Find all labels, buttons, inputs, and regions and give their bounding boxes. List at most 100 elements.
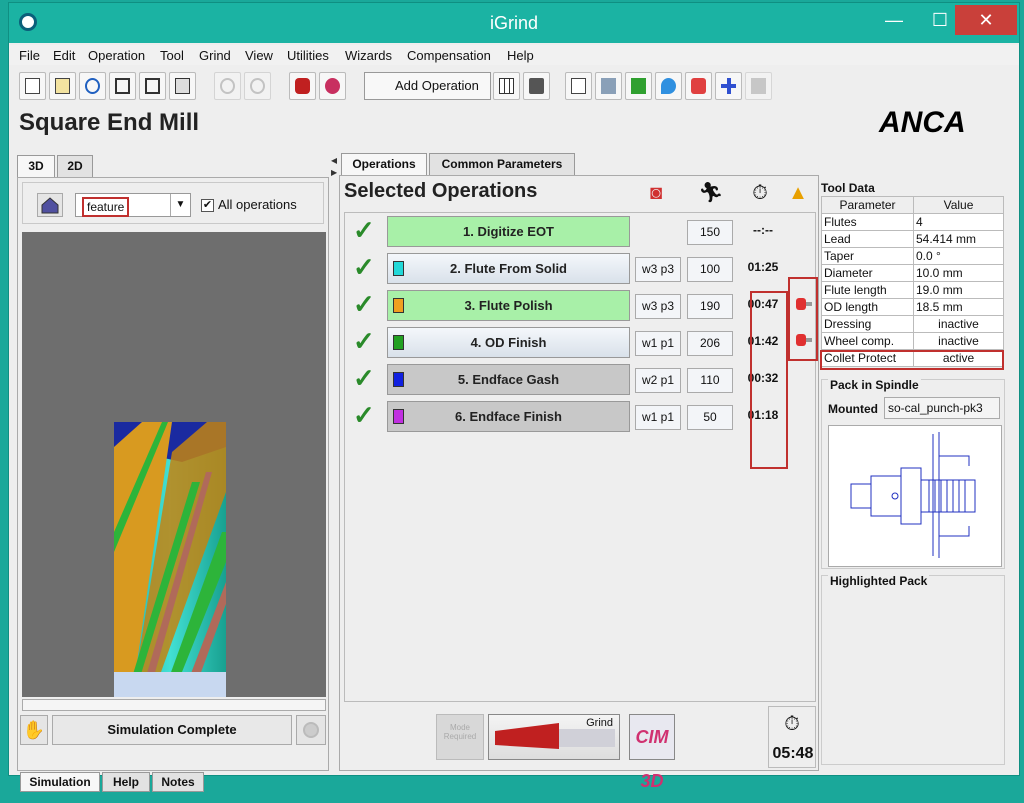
checkbox-icon: ✔ bbox=[201, 199, 214, 213]
grid-button[interactable] bbox=[493, 72, 520, 100]
feature-select[interactable]: feature ▼ bbox=[75, 193, 191, 217]
minimize-button[interactable]: — bbox=[871, 5, 917, 35]
new-file-icon bbox=[25, 78, 40, 94]
save-as-icon bbox=[145, 78, 160, 94]
wheel-pack-value[interactable]: w1 p1 bbox=[635, 331, 681, 356]
simulation-status-button[interactable]: Simulation Complete bbox=[52, 715, 292, 745]
rpm-value[interactable]: 50 bbox=[687, 405, 733, 430]
operation-button[interactable]: 2. Flute From Solid bbox=[387, 253, 630, 284]
add-operation-button[interactable]: Add Operation bbox=[364, 72, 491, 100]
panel-splitter[interactable]: ◀ ▶ bbox=[331, 153, 338, 771]
param-value: inactive bbox=[913, 315, 1004, 333]
table-icon bbox=[631, 78, 646, 94]
menu-view[interactable]: View bbox=[245, 48, 273, 63]
rpm-value[interactable]: 150 bbox=[687, 220, 733, 245]
table-row[interactable]: Dressing inactive bbox=[821, 315, 1004, 333]
time-highlight bbox=[750, 291, 788, 469]
param-name: Wheel comp. bbox=[821, 332, 914, 350]
stop-simulation-button[interactable] bbox=[296, 715, 326, 745]
menu-utilities[interactable]: Utilities bbox=[287, 48, 329, 63]
menu-tool[interactable]: Tool bbox=[160, 48, 184, 63]
mode-button[interactable]: Mode Required bbox=[436, 714, 484, 760]
table-row[interactable]: OD length 18.5 mm bbox=[821, 298, 1004, 316]
menu-operation[interactable]: Operation bbox=[88, 48, 145, 63]
search-button[interactable] bbox=[79, 72, 106, 100]
redo-button[interactable] bbox=[244, 72, 271, 100]
tab-3d[interactable]: 3D bbox=[17, 155, 55, 177]
operation-button[interactable]: 5. Endface Gash bbox=[387, 364, 630, 395]
tab-operations[interactable]: Operations bbox=[341, 153, 427, 175]
rpm-value[interactable]: 206 bbox=[687, 331, 733, 356]
menu-file[interactable]: File bbox=[19, 48, 40, 63]
tool-data-panel: Tool Data Parameter Value Flutes 4 Lead 54… bbox=[819, 179, 1009, 771]
tool-button[interactable] bbox=[595, 72, 622, 100]
document-button[interactable] bbox=[565, 72, 592, 100]
horizontal-scrollbar[interactable] bbox=[22, 699, 326, 711]
all-operations-checkbox[interactable]: ✔ All operations bbox=[201, 197, 321, 213]
hand-icon[interactable]: ✋ bbox=[20, 715, 48, 745]
param-name: Diameter bbox=[821, 264, 914, 282]
tab-2d[interactable]: 2D bbox=[57, 155, 93, 177]
toolbar: Add Operation bbox=[9, 67, 1019, 107]
cim3d-button[interactable]: CIM 3D bbox=[629, 714, 675, 791]
open-button[interactable] bbox=[49, 72, 76, 100]
page-title: Square End Mill bbox=[19, 109, 200, 136]
param-value: 19.0 mm bbox=[913, 281, 1004, 299]
menu-compensation[interactable]: Compensation bbox=[407, 48, 491, 63]
table-row[interactable]: Lead 54.414 mm bbox=[821, 230, 1004, 248]
add-button[interactable] bbox=[715, 72, 742, 100]
tab-help[interactable]: Help bbox=[102, 772, 150, 792]
operation-button[interactable]: 6. Endface Finish bbox=[387, 401, 630, 432]
check-icon: ✓ bbox=[353, 289, 375, 319]
wheel-pack-value[interactable]: w3 p3 bbox=[635, 294, 681, 319]
shirt-button[interactable] bbox=[745, 72, 772, 100]
table-row[interactable]: Wheel comp. inactive bbox=[821, 332, 1004, 350]
undo-button[interactable] bbox=[214, 72, 241, 100]
3d-viewport[interactable] bbox=[22, 232, 326, 697]
table-row[interactable]: Flutes 4 bbox=[821, 213, 1004, 231]
coolant-button[interactable] bbox=[655, 72, 682, 100]
new-file-button[interactable] bbox=[19, 72, 46, 100]
menu-wizards[interactable]: Wizards bbox=[345, 48, 392, 63]
wheel-pack-value[interactable]: w2 p1 bbox=[635, 368, 681, 393]
rpm-value[interactable]: 100 bbox=[687, 257, 733, 282]
chevron-down-icon[interactable]: ▼ bbox=[170, 194, 190, 216]
rpm-value[interactable]: 190 bbox=[687, 294, 733, 319]
save-button[interactable] bbox=[109, 72, 136, 100]
menu-edit[interactable]: Edit bbox=[53, 48, 75, 63]
table-button[interactable] bbox=[625, 72, 652, 100]
save-as-button[interactable] bbox=[139, 72, 166, 100]
wheel-button[interactable] bbox=[319, 72, 346, 100]
collet-button[interactable] bbox=[685, 72, 712, 100]
menu-help[interactable]: Help bbox=[507, 48, 534, 63]
param-value: 10.0 mm bbox=[913, 264, 1004, 282]
operation-name: 4. OD Finish bbox=[470, 335, 547, 350]
operation-button[interactable]: 1. Digitize EOT bbox=[387, 216, 630, 247]
table-row[interactable]: Diameter 10.0 mm bbox=[821, 264, 1004, 282]
tab-simulation[interactable]: Simulation bbox=[20, 772, 100, 792]
delete-button[interactable] bbox=[523, 72, 550, 100]
tab-notes[interactable]: Notes bbox=[152, 772, 204, 792]
rpm-value[interactable]: 110 bbox=[687, 368, 733, 393]
menu-grind[interactable]: Grind bbox=[199, 48, 231, 63]
operation-row: ✓ 1. Digitize EOT 150 --:-- bbox=[345, 213, 815, 250]
mounted-pack-field[interactable]: so-cal_punch-pk3 bbox=[884, 397, 1000, 419]
table-row[interactable]: Flute length 19.0 mm bbox=[821, 281, 1004, 299]
grid-icon bbox=[499, 78, 514, 94]
print-button[interactable] bbox=[169, 72, 196, 100]
param-name: Flute length bbox=[821, 281, 914, 299]
wheel-pack-value[interactable]: w3 p3 bbox=[635, 257, 681, 282]
operation-button[interactable]: 4. OD Finish bbox=[387, 327, 630, 358]
close-button[interactable]: ✕ bbox=[955, 5, 1017, 35]
view-controls: feature ▼ ✔ All operations bbox=[22, 182, 324, 224]
operation-button[interactable]: 3. Flute Polish bbox=[387, 290, 630, 321]
grind-button[interactable]: Grind bbox=[488, 714, 620, 760]
home-view-button[interactable] bbox=[37, 193, 63, 217]
table-row[interactable]: Taper 0.0 ° bbox=[821, 247, 1004, 265]
check-icon: ✓ bbox=[353, 326, 375, 356]
tab-common-parameters[interactable]: Common Parameters bbox=[429, 153, 575, 175]
wheel-pack-value[interactable]: w1 p1 bbox=[635, 405, 681, 430]
operation-row: ✓ 2. Flute From Solid w3 p3 100 01:25 bbox=[345, 250, 815, 287]
machine-button[interactable] bbox=[289, 72, 316, 100]
column-header: Value bbox=[913, 196, 1004, 214]
